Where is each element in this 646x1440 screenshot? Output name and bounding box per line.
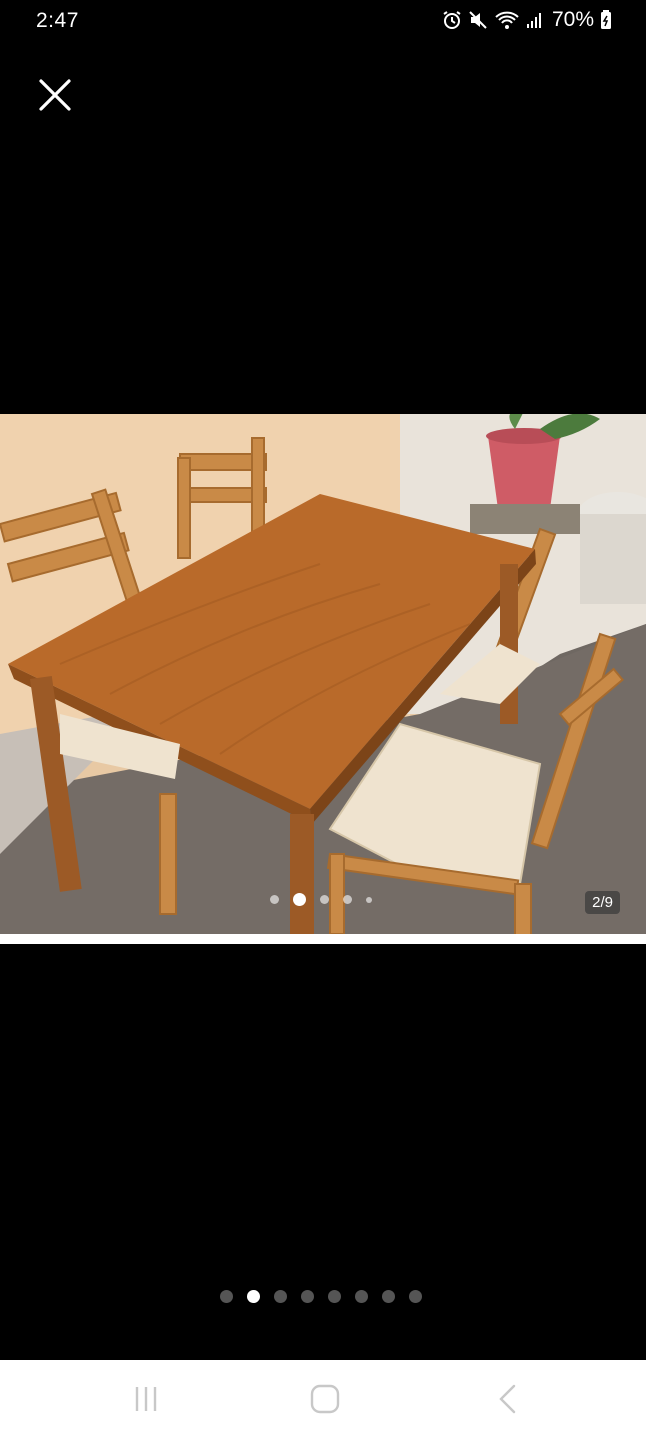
divider [0,934,646,944]
photo-dot[interactable] [320,895,329,904]
close-icon [38,78,72,117]
close-button[interactable] [30,72,80,122]
back-button[interactable] [488,1384,528,1418]
page-dot[interactable] [328,1290,341,1303]
photo-dot-active[interactable] [293,893,306,906]
alarm-icon [442,10,462,30]
status-bar: 2:47 70% [0,0,646,42]
page-dot[interactable] [274,1290,287,1303]
home-button[interactable] [305,1384,345,1418]
page-dot[interactable] [355,1290,368,1303]
signal-icon [526,11,544,29]
recent-apps-icon [131,1384,161,1419]
page-dot[interactable] [301,1290,314,1303]
page-dot[interactable] [382,1290,395,1303]
status-time: 2:47 [36,9,79,32]
photo-dot[interactable] [366,896,372,903]
recent-apps-button[interactable] [126,1384,166,1418]
page-dot-active[interactable] [247,1290,260,1303]
dining-table-photo [0,414,646,934]
photo-dots [270,893,372,906]
back-icon [496,1383,520,1420]
page-dot[interactable] [409,1290,422,1303]
navigation-bar [0,1360,646,1440]
mute-icon [468,10,488,30]
home-icon [309,1383,341,1420]
photo-dot[interactable] [270,895,279,904]
page-dot[interactable] [220,1290,233,1303]
status-icons: 70% [442,8,612,32]
battery-percent: 70% [551,8,594,31]
photo-dot[interactable] [343,895,352,904]
photo-counter: 2/9 [585,891,620,914]
page-dots [220,1290,422,1303]
battery-icon [600,10,612,30]
listing-photo[interactable] [0,414,646,934]
wifi-icon [494,10,520,30]
